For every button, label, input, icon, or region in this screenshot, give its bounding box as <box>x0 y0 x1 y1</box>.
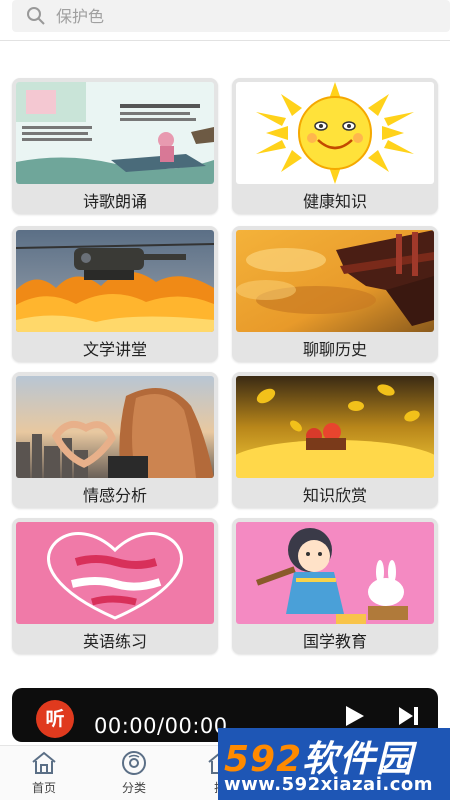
search-bar[interactable] <box>12 0 450 32</box>
tab-home[interactable]: 首页 <box>14 750 74 796</box>
tab-label: 分类 <box>121 781 146 795</box>
sinology-thumbnail <box>236 522 434 624</box>
health-thumbnail <box>236 82 434 184</box>
category-card-sinology[interactable]: 国学教育 <box>232 518 438 654</box>
app-logo-icon[interactable]: 听 <box>36 700 74 738</box>
category-label: 文学讲堂 <box>82 340 147 359</box>
watermark-url: www.592xiazai.com <box>224 774 433 795</box>
category-card-literature[interactable]: 文学讲堂 <box>12 226 218 362</box>
category-card-emotion[interactable]: 情感分析 <box>12 372 218 508</box>
category-card-history[interactable]: 聊聊历史 <box>232 226 438 362</box>
tab-label: 首页 <box>31 781 56 795</box>
category-label: 情感分析 <box>82 486 147 505</box>
category-card-knowledge[interactable]: 知识欣赏 <box>232 372 438 508</box>
category-card-poetry[interactable]: 诗歌朗诵 <box>12 78 218 214</box>
emotion-thumbnail <box>16 376 214 478</box>
category-label: 聊聊历史 <box>302 340 367 359</box>
playback-time: 00:00/00:00 <box>94 714 228 738</box>
category-card-health[interactable]: 健康知识 <box>232 78 438 214</box>
literature-thumbnail <box>16 230 214 332</box>
next-track-icon[interactable] <box>396 704 420 728</box>
english-thumbnail <box>16 522 214 624</box>
category-label: 健康知识 <box>302 192 367 211</box>
play-icon[interactable] <box>342 704 366 728</box>
knowledge-thumbnail <box>236 376 434 478</box>
search-icon <box>27 7 45 25</box>
category-label: 英语练习 <box>82 632 147 651</box>
category-label: 知识欣赏 <box>302 486 367 505</box>
divider <box>0 40 450 41</box>
search-input[interactable] <box>56 6 356 26</box>
disc-icon <box>122 751 146 775</box>
category-card-english[interactable]: 英语练习 <box>12 518 218 654</box>
category-label: 国学教育 <box>302 632 367 651</box>
tab-category[interactable]: 分类 <box>104 750 164 796</box>
history-thumbnail <box>236 230 434 332</box>
home-icon <box>32 751 56 774</box>
site-watermark: 592软件园 www.592xiazai.com <box>218 728 450 800</box>
category-label: 诗歌朗诵 <box>82 192 147 211</box>
poetry-thumbnail <box>16 82 214 184</box>
